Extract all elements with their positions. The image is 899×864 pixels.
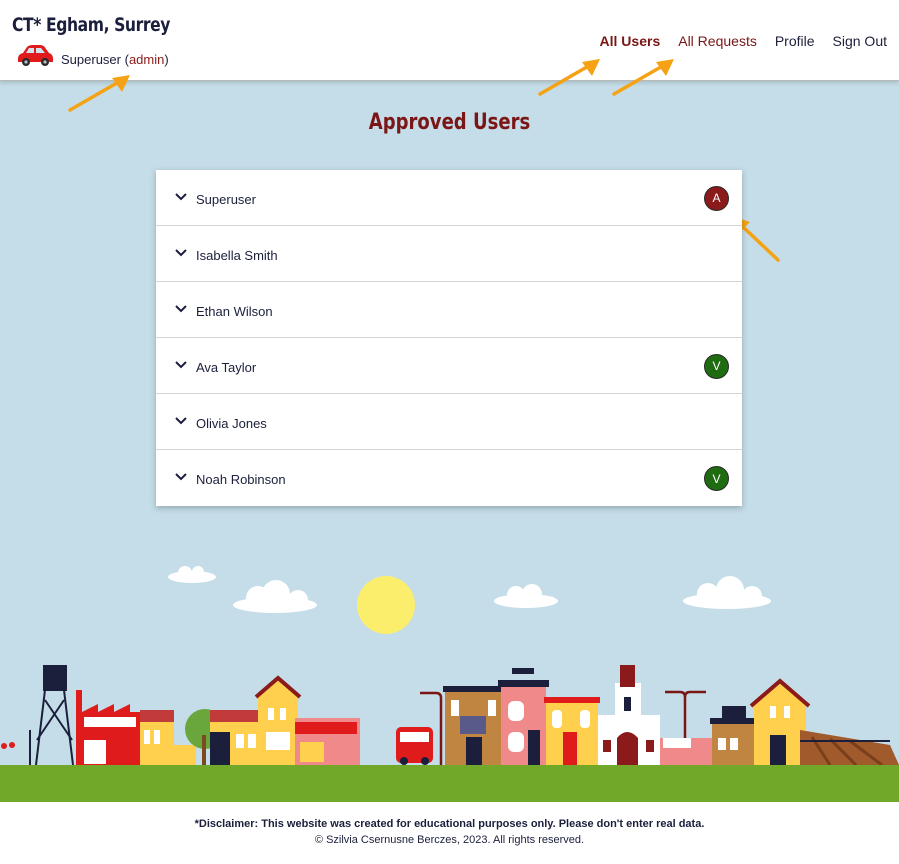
user-row[interactable]: Isabella Smith [156, 226, 742, 282]
user-row[interactable]: Superuser A [156, 170, 742, 226]
site-brand[interactable]: CT* Egham, Surrey [12, 14, 170, 36]
user-name: Isabella Smith [196, 247, 278, 263]
user-row[interactable]: Olivia Jones [156, 394, 742, 450]
page-title: Approved Users [368, 110, 531, 135]
nav-all-users[interactable]: All Users [600, 33, 661, 49]
arrow-icon [612, 59, 674, 96]
arrow-icon [68, 75, 130, 112]
chevron-down-icon [175, 473, 187, 481]
volunteer-badge: V [704, 353, 729, 379]
main-nav: All Users All Requests Profile Sign Out [600, 33, 887, 49]
user-row[interactable]: Ava Taylor V [156, 338, 742, 394]
nav-all-requests[interactable]: All Requests [678, 33, 757, 49]
current-user: Superuser (admin) [61, 52, 169, 67]
user-name: Ethan Wilson [196, 303, 273, 319]
copyright-text: © Szilvia Csernusne Berczes, 2023. All r… [314, 834, 585, 846]
car-icon [18, 45, 53, 66]
grass-strip [0, 765, 899, 802]
user-name: Olivia Jones [196, 415, 267, 431]
user-row[interactable]: Ethan Wilson [156, 282, 742, 338]
site-header: CT* Egham, Surrey Superuser (admin) All … [0, 0, 899, 81]
chevron-down-icon [175, 416, 187, 424]
user-name: Noah Robinson [196, 472, 286, 487]
site-footer: *Disclaimer: This website was created fo… [0, 802, 899, 864]
user-name: Superuser [196, 191, 256, 207]
chevron-down-icon [175, 360, 187, 368]
nav-sign-out[interactable]: Sign Out [833, 33, 887, 49]
chevron-down-icon [175, 192, 187, 200]
current-user-role: admin [128, 52, 165, 67]
user-row[interactable]: Noah Robinson V [156, 450, 742, 506]
chevron-down-icon [175, 304, 187, 312]
town-illustration [1, 566, 899, 767]
approved-users-list: Superuser A Isabella Smith Ethan Wilson … [156, 170, 742, 506]
current-user-name: Superuser [61, 52, 121, 67]
disclaimer-text: *Disclaimer: This website was created fo… [194, 818, 705, 830]
volunteer-badge: V [704, 466, 729, 491]
arrow-icon [538, 59, 600, 96]
admin-badge: A [704, 185, 729, 211]
chevron-down-icon [175, 248, 187, 256]
user-name: Ava Taylor [196, 359, 257, 375]
nav-profile[interactable]: Profile [775, 33, 815, 49]
